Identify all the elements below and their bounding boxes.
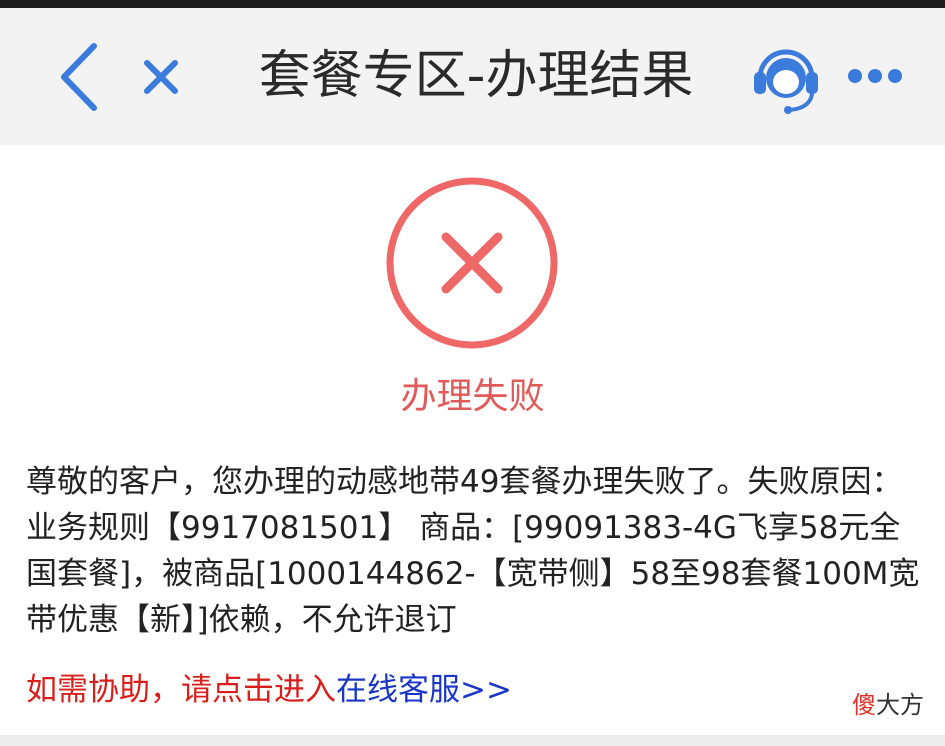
result-content: 办理失败 尊敬的客户，您办理的动感地带49套餐办理失败了。失败原因：业务规则【9… xyxy=(0,145,945,735)
result-status-text: 办理失败 xyxy=(400,376,545,417)
watermark: 傻大方 xyxy=(852,688,924,722)
failure-message: 尊敬的客户，您办理的动感地带49套餐办理失败了。失败原因：业务规则【991708… xyxy=(26,464,920,638)
page-title: 套餐专区-办理结果 xyxy=(258,46,694,106)
watermark-accent: 傻 xyxy=(852,691,876,719)
help-line: 如需协助，请点击进入在线客服>> xyxy=(26,667,826,713)
status-bar-edge xyxy=(0,0,945,8)
fail-x-circle-icon xyxy=(386,177,558,349)
more-options-icon[interactable] xyxy=(846,62,904,90)
watermark-rest: 大方 xyxy=(876,691,924,719)
customer-service-icon[interactable] xyxy=(752,40,820,116)
help-prefix: 如需协助，请点击进入 xyxy=(26,672,336,708)
close-icon[interactable] xyxy=(140,56,182,98)
online-service-link[interactable]: 在线客服>> xyxy=(336,672,512,708)
nav-header: 套餐专区-办理结果 xyxy=(0,8,945,145)
back-chevron-icon[interactable] xyxy=(56,42,104,112)
bottom-edge xyxy=(0,735,945,746)
